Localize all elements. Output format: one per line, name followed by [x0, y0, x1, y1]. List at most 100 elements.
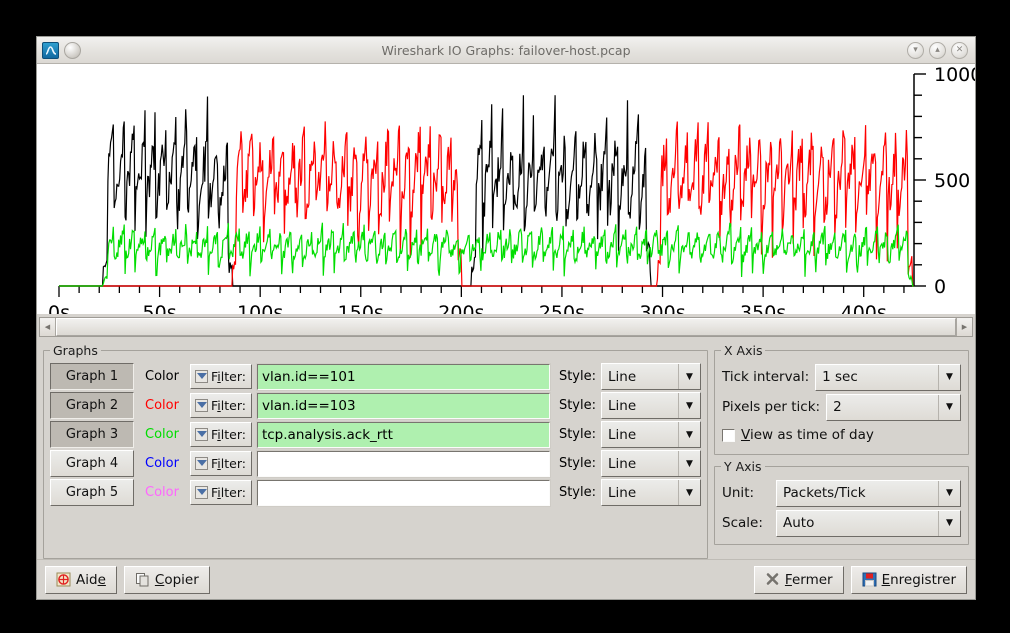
chevron-down-icon[interactable]: ▼: [678, 451, 700, 476]
graph-toggle-button-3[interactable]: Graph 3: [50, 421, 134, 448]
triangle-left-icon[interactable]: ◀: [40, 318, 56, 336]
filter-button-4[interactable]: Filter:: [190, 451, 252, 476]
style-value: Line: [608, 368, 637, 385]
graph-color-label-4[interactable]: Color: [139, 456, 185, 471]
scale-value: Auto: [783, 515, 815, 531]
graph-toggle-button-4[interactable]: Graph 4: [50, 450, 134, 477]
filter-button-1[interactable]: Filter:: [190, 364, 252, 389]
unit-value: Packets/Tick: [783, 485, 866, 501]
funnel-icon: [195, 457, 208, 470]
style-select-4[interactable]: Line ▼: [601, 450, 701, 477]
scrollbar-thumb[interactable]: [56, 318, 956, 336]
tick-interval-row: Tick interval: 1 sec ▼: [721, 362, 962, 392]
style-select-5[interactable]: Line ▼: [601, 479, 701, 506]
svg-text:250s: 250s: [539, 302, 585, 314]
filter-button-3[interactable]: Filter:: [190, 422, 252, 447]
help-button-label: Aide: [76, 572, 106, 588]
chevron-down-icon[interactable]: ▼: [678, 480, 700, 505]
style-label-4: Style:: [558, 456, 596, 471]
triangle-right-icon[interactable]: ▶: [956, 318, 972, 336]
time-of-day-row[interactable]: View as time of day: [721, 422, 962, 448]
graph-color-label-5[interactable]: Color: [139, 485, 185, 500]
close-dialog-button[interactable]: Fermer: [753, 565, 844, 594]
filter-label-post: lter:: [220, 369, 246, 384]
pixels-per-tick-label: Pixels per tick:: [722, 399, 821, 415]
chevron-down-icon[interactable]: ▼: [938, 510, 960, 536]
filter-label-post: lter:: [220, 398, 246, 413]
io-graphs-window: Wireshark IO Graphs: failover-host.pcap …: [36, 36, 976, 600]
pixels-per-tick-row: Pixels per tick: 2 ▼: [721, 392, 962, 422]
window-controls: ▾ ▴ ✕: [907, 41, 970, 59]
io-graph-plot[interactable]: 0 500 1000 0s 50s 100s 150s 200s 250s 300s 350s 400…: [37, 64, 975, 314]
graph-toggle-button-2[interactable]: Graph 2: [50, 392, 134, 419]
save-accel: E: [881, 571, 891, 588]
help-button[interactable]: Aide: [45, 565, 117, 594]
style-select-3[interactable]: Line ▼: [601, 421, 701, 448]
close-post: ermer: [791, 571, 833, 588]
scrollbar-track[interactable]: [56, 318, 956, 336]
filter-button-label: Filter:: [211, 456, 246, 471]
style-select-2[interactable]: Line ▼: [601, 392, 701, 419]
copy-accel: C: [154, 571, 165, 588]
graph-row: Graph 1 Color Filter: vlan.id==101 Style: Lin…: [50, 362, 701, 391]
graph-toggle-button-1[interactable]: Graph 1: [50, 363, 134, 390]
horizontal-scrollbar[interactable]: ◀ ▶: [39, 317, 973, 337]
graphs-panel-legend: Graphs: [53, 343, 98, 358]
copy-post: opier: [164, 571, 199, 588]
chevron-down-icon[interactable]: ▼: [938, 364, 960, 390]
series-graph-3: [59, 222, 914, 287]
maximize-button[interactable]: ▴: [929, 41, 946, 59]
chevron-down-icon[interactable]: ▼: [938, 480, 960, 506]
filter-input-2[interactable]: vlan.id==103: [255, 391, 551, 420]
close-accel: F: [784, 571, 792, 588]
pixels-per-tick-value: 2: [833, 399, 842, 415]
close-button[interactable]: ✕: [951, 41, 968, 59]
graph-row: Graph 5 Color Filter: Style: Line ▼: [50, 478, 701, 507]
close-x-icon: [766, 573, 779, 585]
time-of-day-accel: V: [741, 427, 750, 443]
scale-select[interactable]: Auto ▼: [776, 509, 961, 537]
graph-color-label-3[interactable]: Color: [139, 427, 185, 442]
svg-text:150s: 150s: [338, 302, 384, 314]
chevron-down-icon[interactable]: ▼: [678, 364, 700, 389]
filter-input-4[interactable]: [255, 449, 551, 478]
scale-row: Scale: Auto ▼: [721, 508, 962, 538]
filter-button-2[interactable]: Filter:: [190, 393, 252, 418]
tick-interval-value: 1 sec: [822, 369, 858, 385]
graph-toggle-button-5[interactable]: Graph 5: [50, 479, 134, 506]
filter-label-post: lter:: [220, 456, 246, 471]
copy-icon: [135, 573, 149, 587]
filter-label-post: lter:: [220, 485, 246, 500]
axis-column: X Axis Tick interval: 1 sec ▼ Pixels per…: [714, 343, 969, 559]
tick-interval-select[interactable]: 1 sec ▼: [815, 363, 961, 391]
minimize-button[interactable]: ▾: [907, 41, 924, 59]
scale-label: Scale:: [722, 515, 763, 531]
help-icon: [56, 572, 71, 587]
save-button[interactable]: Enregistrer: [850, 565, 967, 594]
chevron-down-icon[interactable]: ▼: [678, 422, 700, 447]
svg-text:400s: 400s: [841, 302, 887, 314]
graph-row: Graph 3 Color Filter: tcp.analysis.ack_rtt S…: [50, 420, 701, 449]
graph-color-label-2[interactable]: Color: [139, 398, 185, 413]
filter-input-1[interactable]: vlan.id==101: [255, 362, 551, 391]
filter-input-3[interactable]: tcp.analysis.ack_rtt: [255, 420, 551, 449]
chevron-down-icon[interactable]: ▼: [678, 393, 700, 418]
unit-select[interactable]: Packets/Tick ▼: [776, 479, 961, 507]
pixels-per-tick-select[interactable]: 2 ▼: [826, 393, 961, 421]
style-label-2: Style:: [558, 398, 596, 413]
save-floppy-icon: [862, 572, 877, 587]
style-select-1[interactable]: Line ▼: [601, 363, 701, 390]
save-button-label: Enregistrer: [882, 572, 956, 588]
copy-button[interactable]: Copier: [123, 565, 210, 594]
filter-button-5[interactable]: Filter:: [190, 480, 252, 505]
window-menu-icon[interactable]: [64, 41, 81, 59]
unit-label: Unit:: [722, 485, 755, 501]
chevron-down-icon[interactable]: ▼: [938, 394, 960, 420]
svg-text:100s: 100s: [237, 302, 283, 314]
time-of-day-checkbox[interactable]: [722, 428, 735, 442]
graph-color-label-1[interactable]: Color: [139, 369, 185, 384]
filter-input-5[interactable]: [255, 478, 551, 507]
y-axis-panel: Y Axis Unit: Packets/Tick ▼ Scale: Auto …: [714, 459, 969, 545]
style-value: Line: [608, 484, 637, 501]
settings-area: Graphs Graph 1 Color Filter: vlan.id==101 St…: [37, 339, 975, 559]
